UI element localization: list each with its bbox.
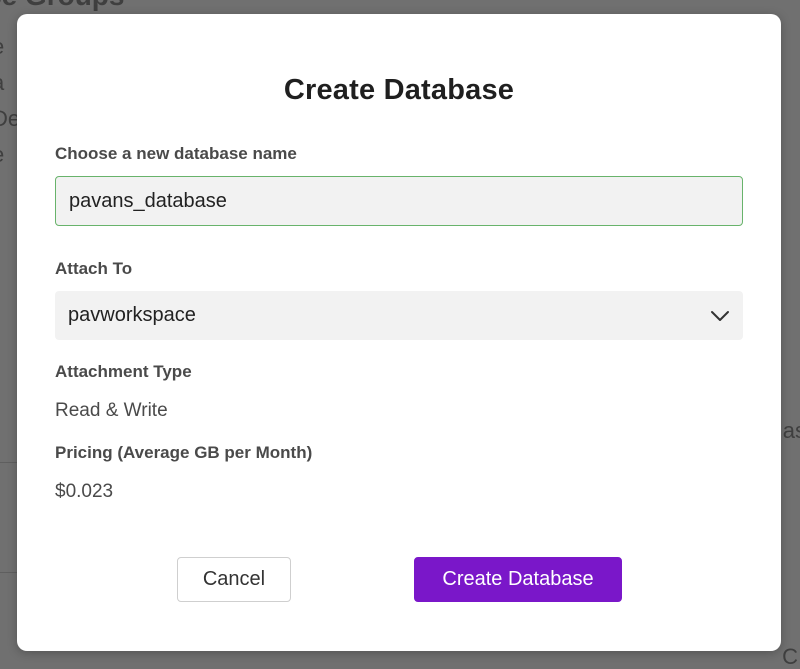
- attach-to-selected-value: pavworkspace: [68, 304, 196, 326]
- database-name-label: Choose a new database name: [55, 144, 297, 163]
- pricing-label: Pricing (Average GB per Month): [55, 443, 313, 462]
- background-text-2: a: [0, 70, 4, 96]
- create-database-dialog: Create Database Choose a new database na…: [17, 14, 781, 651]
- dialog-title: Create Database: [283, 74, 515, 106]
- background-divider-1: [0, 462, 17, 463]
- attachment-type-value: Read & Write: [55, 400, 168, 421]
- background-page-title: ce Groups: [0, 0, 124, 12]
- attachment-type-label: Attachment Type: [55, 362, 192, 381]
- chevron-down-icon: [710, 306, 730, 326]
- attach-to-label: Attach To: [55, 259, 133, 278]
- background-text-1: e: [0, 34, 4, 60]
- background-text-right-2: C: [782, 644, 798, 669]
- pricing-value: $0.023: [55, 481, 114, 502]
- attach-to-select[interactable]: pavworkspace: [55, 291, 743, 340]
- background-text-4: e: [0, 142, 4, 168]
- background-text-right-1: as: [782, 418, 800, 443]
- background-divider-2: [0, 572, 17, 573]
- database-name-input[interactable]: [55, 176, 743, 226]
- create-database-button[interactable]: Create Database: [414, 557, 622, 602]
- cancel-button[interactable]: Cancel: [177, 557, 291, 602]
